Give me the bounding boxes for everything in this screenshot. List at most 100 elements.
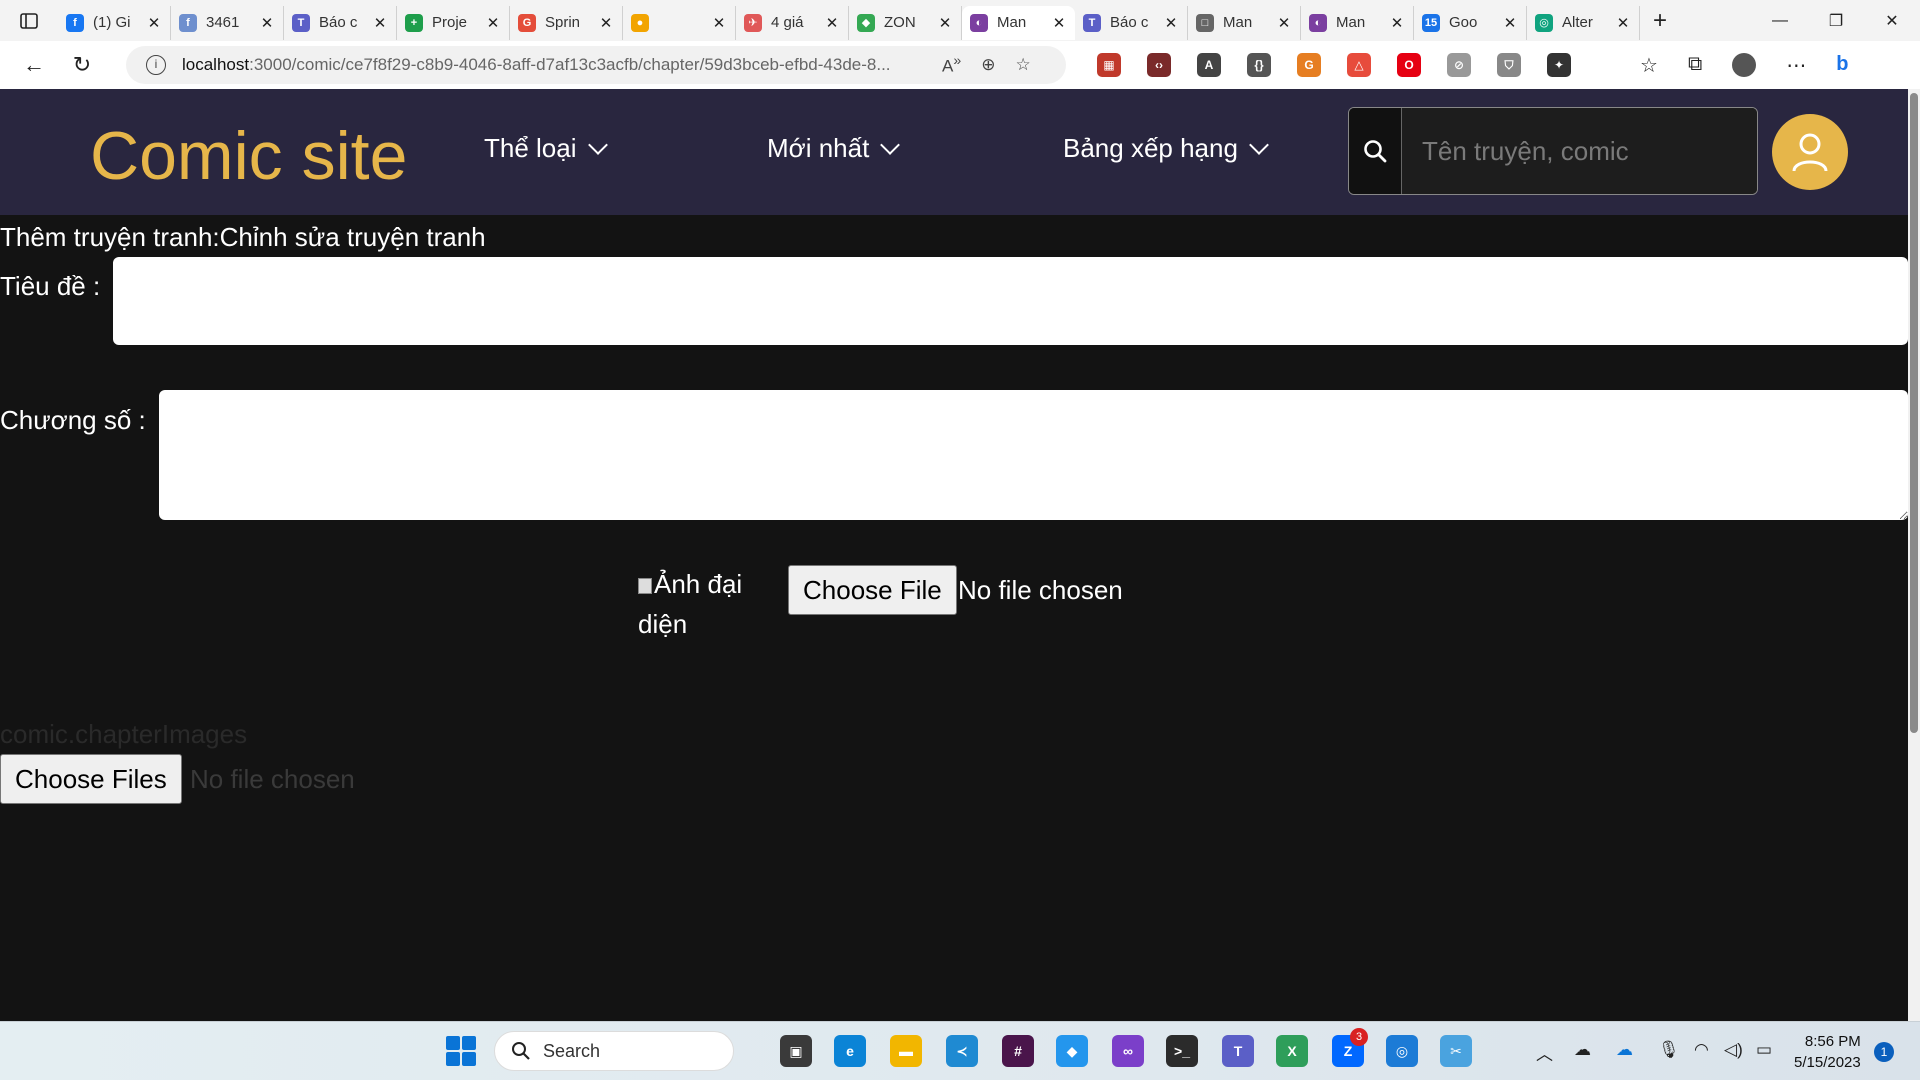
zoom-icon[interactable]: ⊕ [981, 55, 995, 75]
visual-studio-icon[interactable]: ∞ [1112, 1035, 1144, 1067]
microphone-icon[interactable]: 🎙︎ [1658, 1040, 1680, 1060]
browser-tab[interactable]: T Báo c ✕ [284, 5, 397, 40]
snipping-tool-icon[interactable]: ✂ [1440, 1035, 1472, 1067]
chapter-images-choose-files-button[interactable]: Choose Files [0, 754, 182, 804]
browser-tab[interactable]: T Báo c ✕ [1075, 5, 1188, 40]
tab-close-icon[interactable]: ✕ [598, 14, 614, 32]
tab-close-icon[interactable]: ✕ [1502, 14, 1518, 32]
tab-favicon-icon: ◐ [970, 13, 988, 32]
search-input[interactable] [1402, 108, 1757, 194]
taskbar-search[interactable]: Search [494, 1031, 734, 1071]
slack-icon[interactable]: # [1002, 1035, 1034, 1067]
teams-icon[interactable]: T [1222, 1035, 1254, 1067]
tray-overflow-icon[interactable]: ︿ [1536, 1040, 1553, 1065]
close-window-icon[interactable]: ✕ [1864, 11, 1920, 31]
minimize-icon[interactable]: — [1752, 12, 1808, 30]
browser-tab[interactable]: G Sprin ✕ [510, 5, 623, 40]
tab-close-icon[interactable]: ✕ [711, 14, 727, 32]
file-explorer-icon[interactable]: ▬ [890, 1035, 922, 1067]
docker-icon[interactable]: ◆ [1056, 1035, 1088, 1067]
extension-icon[interactable]: ⊘ [1447, 53, 1471, 77]
tab-close-icon[interactable]: ✕ [372, 14, 388, 32]
browser-tab[interactable]: ◎ Alter ✕ [1527, 5, 1640, 40]
notification-badge[interactable]: 1 [1874, 1042, 1894, 1062]
title-input[interactable] [113, 257, 1908, 345]
browser-tab[interactable]: 15 Goo ✕ [1414, 5, 1527, 40]
extension-icon[interactable]: G [1297, 53, 1321, 77]
edge-icon[interactable]: e [834, 1035, 866, 1067]
back-icon[interactable]: ← [10, 52, 58, 78]
menu-bang-xep-hang[interactable]: Bảng xếp hạng [1063, 133, 1269, 164]
tab-close-icon[interactable]: ✕ [1051, 14, 1067, 32]
browser-tab[interactable]: f (1) Gi ✕ [58, 5, 171, 40]
browser-tab[interactable]: ◐ Man ✕ [1301, 5, 1414, 40]
task-view-icon[interactable]: ▣ [780, 1035, 812, 1067]
tab-close-icon[interactable]: ✕ [1615, 14, 1631, 32]
tab-favicon-icon: ✈ [744, 13, 762, 32]
new-tab-button[interactable]: + [1640, 7, 1680, 35]
search-icon [1364, 140, 1387, 163]
site-logo[interactable]: Comic site [90, 117, 407, 195]
onedrive-icon[interactable]: ☁ [1616, 1040, 1633, 1060]
extension-icon[interactable]: ✦ [1547, 53, 1571, 77]
browser-tab[interactable]: ✈ 4 giá ✕ [736, 5, 849, 40]
address-bar[interactable]: i localhost:3000/comic/ce7f8f29-c8b9-404… [126, 46, 1066, 84]
battery-icon[interactable]: ▭ [1756, 1040, 1772, 1060]
favorites-icon[interactable]: ☆ [1640, 53, 1658, 78]
tab-close-icon[interactable]: ✕ [1163, 14, 1179, 32]
extension-icon[interactable]: {} [1247, 53, 1271, 77]
start-button[interactable] [446, 1036, 476, 1066]
restore-icon[interactable]: ❐ [1808, 11, 1864, 31]
terminal-icon[interactable]: >_ [1166, 1035, 1198, 1067]
browser-tab[interactable]: ◆ ZON ✕ [849, 5, 962, 40]
browser-tab[interactable]: □ Man ✕ [1188, 5, 1301, 40]
tab-close-icon[interactable]: ✕ [259, 14, 275, 32]
excel-tool-icon[interactable]: X [1276, 1035, 1308, 1067]
url-text[interactable]: localhost:3000/comic/ce7f8f29-c8b9-4046-… [182, 55, 922, 75]
browser-active-icon[interactable]: ◎ [1386, 1035, 1418, 1067]
scrollbar-thumb[interactable] [1910, 93, 1918, 733]
avatar-choose-file-button[interactable]: Choose File [788, 565, 957, 615]
menu-moi-nhat[interactable]: Mới nhất [767, 133, 901, 164]
search-button[interactable] [1349, 108, 1402, 194]
tab-close-icon[interactable]: ✕ [937, 14, 953, 32]
favorite-add-icon[interactable]: ☆ [1015, 55, 1030, 75]
collections-icon[interactable]: ⧉ [1688, 53, 1702, 78]
browser-tab[interactable]: ◐ Man ✕ [962, 5, 1075, 40]
reload-icon[interactable]: ↻ [58, 52, 106, 78]
chapter-number-input[interactable] [159, 390, 1908, 520]
menu-the-loai[interactable]: Thể loại [484, 133, 608, 164]
read-aloud-icon[interactable]: A» [942, 53, 961, 77]
clock[interactable]: 8:56 PM 5/15/2023 [1794, 1031, 1861, 1073]
extension-icon[interactable]: △ [1347, 53, 1371, 77]
tab-close-icon[interactable]: ✕ [1389, 14, 1405, 32]
extension-icon[interactable]: ⛉ [1497, 53, 1521, 77]
bing-icon[interactable]: b [1836, 53, 1848, 78]
volume-icon[interactable]: ◁) [1724, 1040, 1743, 1060]
broken-image-icon [638, 578, 652, 595]
vscode-icon[interactable]: ≺ [946, 1035, 978, 1067]
tab-favicon-icon: 15 [1422, 13, 1440, 32]
site-info-icon[interactable]: i [146, 55, 166, 75]
browser-tab[interactable]: f 3461 ✕ [171, 5, 284, 40]
tab-label: Man [1336, 14, 1366, 31]
tab-close-icon[interactable]: ✕ [485, 14, 501, 32]
more-menu-icon[interactable]: ⋯ [1786, 53, 1806, 78]
extension-icon[interactable]: O [1397, 53, 1421, 77]
page-scrollbar[interactable] [1908, 89, 1920, 1021]
tab-favicon-icon: ◎ [1535, 13, 1553, 32]
extension-icon[interactable]: A [1197, 53, 1221, 77]
extension-icon[interactable]: ‹› [1147, 53, 1171, 77]
profile-icon[interactable] [1732, 53, 1757, 77]
browser-tab[interactable]: ● ✕ [623, 5, 736, 40]
tab-actions-icon[interactable] [0, 0, 58, 41]
extension-icon[interactable]: ▦ [1097, 53, 1121, 77]
cloud-icon[interactable]: ☁ [1574, 1040, 1591, 1060]
tab-close-icon[interactable]: ✕ [146, 14, 162, 32]
browser-tab[interactable]: + Proje ✕ [397, 5, 510, 40]
tab-close-icon[interactable]: ✕ [824, 14, 840, 32]
user-avatar[interactable] [1772, 114, 1848, 190]
tab-label: Man [997, 14, 1027, 31]
tab-close-icon[interactable]: ✕ [1276, 14, 1292, 32]
wifi-icon[interactable]: ◠ [1694, 1040, 1709, 1060]
